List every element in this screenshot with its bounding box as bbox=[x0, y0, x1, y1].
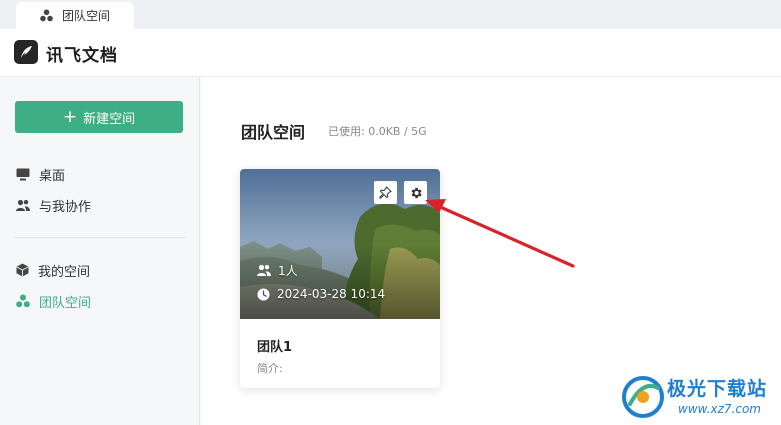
gear-icon bbox=[411, 187, 422, 198]
app-header: 讯飞文档 bbox=[0, 29, 781, 77]
sidebar-item-label: 我的空间 bbox=[38, 264, 91, 280]
tab-team-space[interactable]: 团队空间 bbox=[16, 2, 134, 29]
plus-icon: + bbox=[62, 106, 78, 127]
tab-strip: 团队空间 bbox=[0, 0, 781, 29]
monitor-icon bbox=[16, 168, 30, 180]
sidebar-item-my-space[interactable]: 我的空间 bbox=[16, 259, 90, 281]
member-count: 1人 bbox=[278, 264, 298, 278]
sidebar-divider bbox=[15, 237, 185, 238]
team-card[interactable]: 1人 2024-03-28 10:14 团队1 简介: bbox=[240, 169, 440, 388]
sidebar: + 新建空间 桌面 与我协作 我的空间 团队空间 bbox=[0, 77, 200, 425]
storage-usage: 已使用: 0.0KB / 5G bbox=[328, 125, 427, 138]
sidebar-item-desktop[interactable]: 桌面 bbox=[16, 163, 65, 185]
pin-icon bbox=[379, 186, 392, 199]
new-space-button[interactable]: + 新建空间 bbox=[15, 101, 183, 133]
team-icon bbox=[40, 9, 53, 22]
sidebar-item-shared[interactable]: 与我协作 bbox=[16, 194, 91, 216]
card-members: 1人 bbox=[257, 262, 298, 279]
sidebar-item-label: 桌面 bbox=[39, 168, 66, 184]
new-space-label: 新建空间 bbox=[83, 111, 136, 127]
sidebar-item-label: 团队空间 bbox=[39, 295, 92, 311]
watermark-logo-icon bbox=[622, 376, 664, 418]
created-time: 2024-03-28 10:14 bbox=[277, 287, 386, 301]
pin-button[interactable] bbox=[374, 181, 397, 204]
card-created: 2024-03-28 10:14 bbox=[257, 287, 385, 301]
feather-logo-icon[interactable] bbox=[14, 40, 38, 64]
watermark-url: www.xz7.com bbox=[678, 402, 761, 416]
team-icon bbox=[16, 294, 30, 308]
watermark: 极光下载站 www.xz7.com bbox=[620, 372, 780, 422]
cube-icon bbox=[16, 263, 29, 277]
sidebar-item-label: 与我协作 bbox=[39, 199, 92, 215]
card-title[interactable]: 团队1 bbox=[257, 336, 292, 355]
page-title: 团队空间 bbox=[241, 123, 306, 142]
tab-label: 团队空间 bbox=[62, 9, 111, 23]
card-description: 简介: bbox=[257, 362, 283, 375]
settings-button[interactable] bbox=[404, 181, 427, 204]
watermark-title: 极光下载站 bbox=[667, 378, 768, 400]
brand-name[interactable]: 讯飞文档 bbox=[46, 41, 118, 66]
users-icon bbox=[257, 264, 271, 276]
sidebar-item-team-space[interactable]: 团队空间 bbox=[16, 290, 91, 312]
clock-icon bbox=[257, 287, 270, 301]
users-icon bbox=[16, 199, 30, 211]
